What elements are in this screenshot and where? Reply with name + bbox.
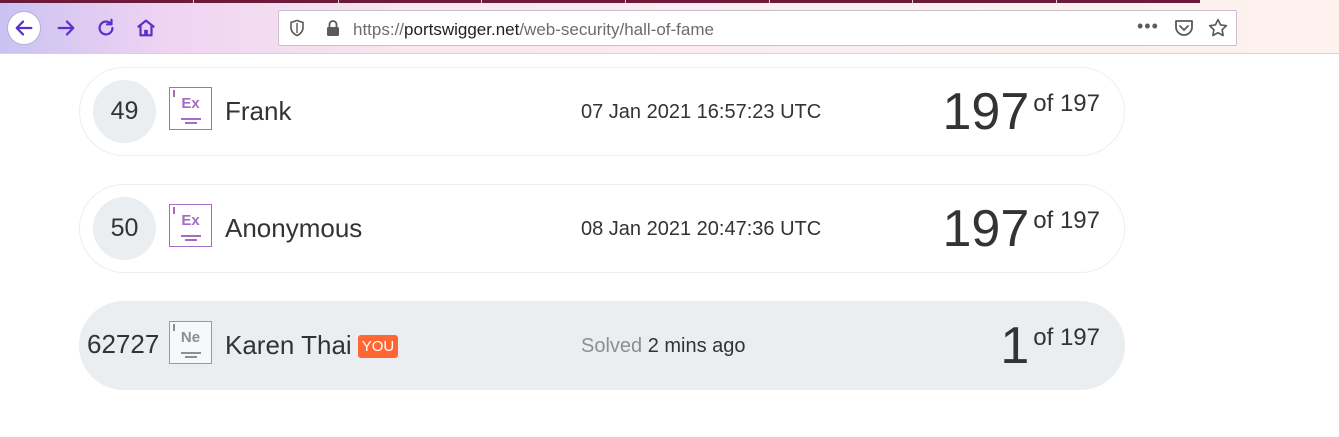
tab-strip-edge (0, 0, 1200, 3)
score: 197 of 197 (943, 82, 1101, 142)
solved-time: 2 mins ago (647, 335, 746, 357)
score: 1 of 197 (1000, 316, 1100, 376)
back-arrow-icon (15, 20, 33, 36)
score-value: 1 (1000, 317, 1030, 375)
score-total: of 197 (1033, 324, 1100, 351)
url-path: /web-security/hall-of-fame (519, 20, 714, 39)
completion-date: 07 Jan 2021 16:57:23 UTC (581, 101, 822, 123)
score-value: 197 (942, 200, 1030, 258)
score-value: 197 (942, 83, 1030, 141)
badge-symbol: Ne (180, 329, 201, 346)
shield-icon[interactable] (288, 19, 306, 37)
user-name: Frank (225, 96, 292, 126)
rank-number: 62727 (87, 329, 160, 359)
score-total: of 197 (1033, 207, 1100, 234)
star-icon[interactable] (1207, 17, 1229, 39)
url-host: portswigger.net (404, 20, 520, 39)
home-button[interactable] (129, 11, 163, 45)
reload-button[interactable] (89, 11, 123, 45)
address-bar[interactable]: https://portswigger.net/web-security/hal… (278, 10, 1237, 46)
badge-symbol: Ex (181, 95, 200, 112)
solved-status: Solved 2 mins ago (581, 335, 746, 358)
novice-badge-icon: Ne (169, 321, 212, 364)
you-badge: YOU (357, 335, 399, 358)
url-text[interactable]: https://portswigger.net/web-security/hal… (353, 20, 714, 40)
forward-arrow-icon (57, 20, 75, 36)
leaderboard-row: 49 Ex Frank 07 Jan 2021 16:57:23 UTC 197… (79, 67, 1125, 156)
current-user-row: 62727 Ne Karen Thai YOU Solved 2 mins ago… (79, 301, 1125, 390)
lock-icon[interactable] (325, 19, 341, 37)
expert-badge-icon: Ex (169, 87, 212, 130)
rank-number: 50 (93, 197, 156, 260)
user-name: Anonymous (225, 213, 363, 243)
forward-button[interactable] (49, 11, 83, 45)
home-icon (137, 19, 155, 37)
rank-number: 49 (93, 80, 156, 143)
page-actions-menu-icon[interactable]: ••• (1137, 16, 1159, 37)
expert-badge-icon: Ex (169, 204, 212, 247)
badge-symbol: Ex (181, 212, 200, 229)
completion-date: 08 Jan 2021 20:47:36 UTC (581, 218, 822, 240)
score-total: of 197 (1033, 90, 1100, 117)
back-button[interactable] (7, 11, 41, 45)
url-scheme: https:// (353, 20, 405, 39)
user-name: Karen Thai YOU (225, 330, 399, 361)
user-name-text: Karen Thai (225, 330, 352, 360)
solved-label: Solved (581, 335, 643, 357)
browser-toolbar: https://portswigger.net/web-security/hal… (0, 0, 1339, 54)
pocket-icon[interactable] (1173, 18, 1195, 38)
reload-icon (98, 18, 114, 36)
leaderboard-row: 50 Ex Anonymous 08 Jan 2021 20:47:36 UTC… (79, 184, 1125, 273)
score: 197 of 197 (943, 199, 1101, 259)
